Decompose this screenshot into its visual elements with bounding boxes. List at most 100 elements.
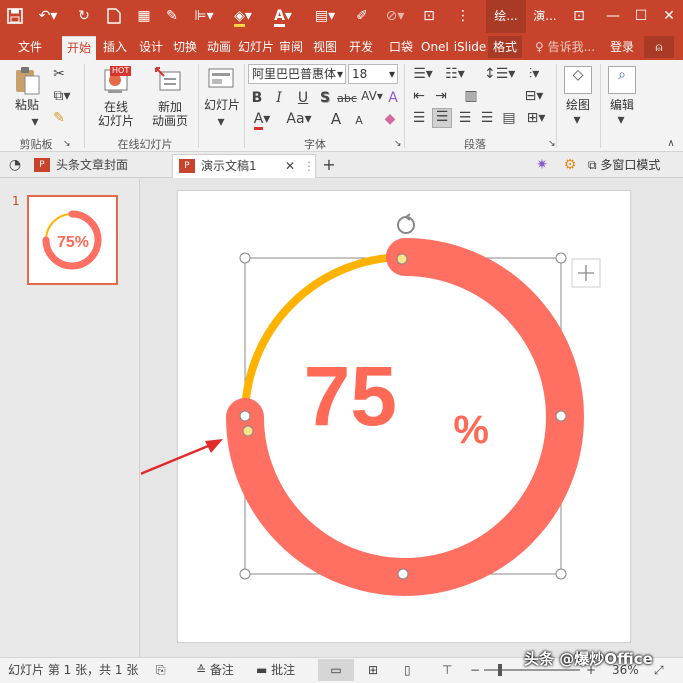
adjust-handle[interactable] <box>242 425 254 437</box>
chevron-down-icon[interactable]: ▾ <box>30 114 40 130</box>
resize-handle[interactable] <box>555 252 567 264</box>
resize-handle[interactable] <box>555 410 567 422</box>
tab-slideshow[interactable]: 幻灯片 <box>238 36 274 58</box>
dialog-launcher-icon[interactable]: ↘ <box>548 136 556 152</box>
slide-layout-icon[interactable] <box>208 66 234 92</box>
align-left-icon[interactable]: ☰ <box>410 110 428 126</box>
clipboard-icon[interactable]: ▤▾ <box>310 5 340 27</box>
layout-options-icon[interactable] <box>571 258 601 288</box>
tab-developer[interactable]: 开发 <box>344 36 378 58</box>
tab-pocket[interactable]: 口袋 <box>384 36 418 58</box>
smartart-icon[interactable]: ⊞▾ <box>522 110 550 126</box>
resize-handle[interactable] <box>555 568 567 580</box>
font-color-icon[interactable]: A▾ <box>268 5 298 27</box>
resize-handle[interactable] <box>397 568 409 580</box>
add-tab-icon[interactable]: + <box>320 157 338 173</box>
clear-format-button[interactable]: A <box>386 90 400 106</box>
chevron-down-icon[interactable]: ▾ <box>216 114 226 130</box>
line-spacing-icon[interactable]: ↕☰▾ <box>484 66 515 82</box>
char-spacing-button[interactable]: AV▾ <box>360 88 384 104</box>
adjust-handle[interactable] <box>396 253 408 265</box>
spellcheck-icon[interactable]: ⎘ <box>156 662 166 678</box>
gear-icon[interactable]: ⚙ <box>560 157 580 173</box>
zoom-out-icon[interactable]: − <box>470 662 480 678</box>
slides-button[interactable]: 幻灯片 <box>200 98 244 112</box>
tab-file[interactable]: 文件 <box>8 36 52 58</box>
distribute-icon[interactable]: ▤ <box>500 110 518 126</box>
align-center-icon[interactable]: ☰ <box>432 108 452 128</box>
new-animation-page-icon[interactable] <box>154 66 184 94</box>
online-slides-button[interactable]: 在线 幻灯片 <box>92 100 140 128</box>
tab-format[interactable]: 格式 <box>488 36 522 58</box>
tab-review[interactable]: 审阅 <box>274 36 308 58</box>
new-doc-icon[interactable] <box>104 5 124 27</box>
paste-icon[interactable] <box>12 66 42 96</box>
multi-window-button[interactable]: ⧉ 多窗口模式 <box>588 157 680 173</box>
resize-handle[interactable] <box>239 410 251 422</box>
tab-transitions[interactable]: 切换 <box>168 36 202 58</box>
notes-button[interactable]: ≙ 备注 <box>196 662 234 678</box>
doc-tab-presentation[interactable]: P 演示文稿1 ✕ ⋮ <box>172 154 316 178</box>
layout-icon[interactable]: ▦ <box>134 5 154 27</box>
more-icon[interactable]: ⋮ <box>452 5 474 27</box>
tell-me-search[interactable]: ♀ 告诉我... <box>530 36 600 58</box>
tab-islide[interactable]: iSlide <box>452 36 488 58</box>
rotate-icon[interactable] <box>397 213 415 234</box>
italic-button[interactable]: I <box>272 90 286 106</box>
columns-icon[interactable]: ▥ <box>462 88 480 104</box>
editing-button[interactable]: 编辑 <box>604 98 640 112</box>
ribbon-display-icon[interactable]: ⊡ <box>562 0 596 33</box>
resize-handle[interactable] <box>239 568 251 580</box>
font-name-combo[interactable]: 阿里巴巴普惠体 ▾ <box>248 64 346 84</box>
justify-icon[interactable]: ☰ <box>478 110 496 126</box>
tab-insert[interactable]: 插入 <box>98 36 132 58</box>
bullets-icon[interactable]: ☰▾ <box>410 66 436 82</box>
align-text-icon[interactable]: ⊟▾ <box>520 88 548 104</box>
numbering-icon[interactable]: ☷▾ <box>442 66 468 82</box>
crop-icon[interactable]: ⊡ <box>418 5 440 27</box>
undo-icon[interactable]: ↶▾ <box>34 5 62 27</box>
eyedropper-icon[interactable]: ✎ <box>162 5 182 27</box>
tab-onei[interactable]: OneI <box>418 36 452 58</box>
share-user-icon[interactable]: ⍝ <box>644 36 674 58</box>
close-tab-icon[interactable]: ✕ <box>285 155 295 177</box>
comments-button[interactable]: ▬ 批注 <box>256 662 295 678</box>
tab-home[interactable]: 开始 <box>62 36 96 60</box>
drawing-button[interactable]: 绘图 <box>560 98 596 112</box>
find-icon[interactable]: ⌕ <box>608 66 636 94</box>
chevron-down-icon[interactable]: ▾ <box>572 112 582 128</box>
tab-animations[interactable]: 动画 <box>202 36 236 58</box>
close-icon[interactable]: ✕ <box>652 0 683 33</box>
underline-button[interactable]: U <box>296 90 310 106</box>
paste-button[interactable]: 粘贴 <box>10 98 44 112</box>
eraser-icon[interactable]: ◆ <box>380 111 400 127</box>
new-animation-page-button[interactable]: 新加 动画页 <box>144 100 196 128</box>
cut-icon[interactable]: ✂ <box>50 66 68 82</box>
fill-color-icon[interactable]: ◈▾ <box>228 5 258 27</box>
slide-thumbnail[interactable]: 75% <box>27 195 118 285</box>
increase-indent-icon[interactable]: ⇥ <box>432 88 450 104</box>
align-icon[interactable]: ⊫▾ <box>190 5 218 27</box>
normal-view-icon[interactable]: ▭ <box>318 659 354 681</box>
sparkle-icon[interactable]: ✷ <box>532 157 552 173</box>
history-icon[interactable]: ◔ <box>6 157 24 173</box>
brush-icon[interactable]: ✐ <box>350 5 374 27</box>
text-direction-icon[interactable]: ⫶▾ <box>522 66 546 82</box>
shadow-button[interactable]: S <box>318 90 332 106</box>
more-icon[interactable]: ⋮ <box>303 155 315 177</box>
slideshow-icon[interactable]: ⊤ <box>442 662 452 678</box>
align-right-icon[interactable]: ☰ <box>456 110 474 126</box>
collapse-ribbon-icon[interactable]: ∧ <box>664 136 678 152</box>
strikethrough-button[interactable]: abc <box>336 91 358 107</box>
bold-button[interactable]: B <box>250 90 264 106</box>
change-case-button[interactable]: Aa▾ <box>284 111 314 127</box>
copy-icon[interactable]: ⧉▾ <box>50 88 74 104</box>
tab-design[interactable]: 设计 <box>134 36 168 58</box>
zoom-slider-thumb[interactable] <box>498 664 502 676</box>
login-link[interactable]: 登录 <box>604 36 640 58</box>
dialog-launcher-icon[interactable]: ↘ <box>394 136 402 152</box>
font-color-button[interactable]: A▾ <box>250 111 274 130</box>
repeat-icon[interactable]: ↻ <box>74 5 94 27</box>
slide-sorter-icon[interactable]: ⊞ <box>368 662 378 678</box>
font-size-combo[interactable]: 18 ▾ <box>348 64 398 84</box>
